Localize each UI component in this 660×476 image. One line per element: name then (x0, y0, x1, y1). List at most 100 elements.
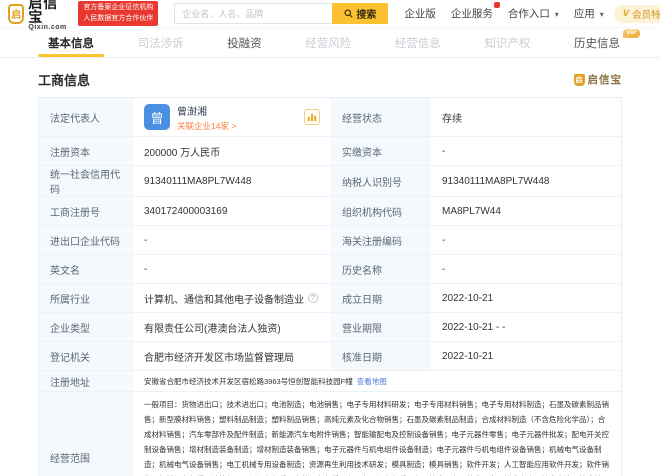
table-row: 所属行业 计算机、通信和其他电子设备制造业 ? 成立日期 2022-10-21 (39, 284, 621, 313)
top-navigation-bar: 启 启信宝 Qixin.com 官方备案企业征信机构 人民数据官方合作伙伴 搜索… (0, 0, 660, 31)
org-code-label: 组织机构代码 (331, 197, 431, 225)
table-row: 登记机关 合肥市经济开发区市场监督管理局 核准日期 2022-10-21 (39, 342, 621, 371)
registered-capital-label: 注册资本 (39, 137, 133, 165)
member-privilege-label: 会员特权 (632, 9, 660, 21)
status-label: 经营状态 (331, 98, 431, 136)
search-button-label: 搜索 (356, 10, 377, 21)
relation-graph-button[interactable] (304, 109, 320, 125)
qixinbao-watermark: 启 启信宝 (573, 72, 623, 87)
watermark-shield-icon: 启 (573, 73, 585, 86)
new-badge-icon (493, 2, 500, 8)
cert-badge-line2: 人民数据官方合作伙伴 (83, 14, 154, 22)
import-export-code-label: 进出口企业代码 (39, 226, 133, 254)
taxpayer-id-value: 91340111MA8PL7W448 (431, 166, 621, 196)
establish-date-label: 成立日期 (331, 284, 431, 312)
nav-enterprise-services[interactable]: 企业服务 (451, 2, 500, 21)
customs-code-label: 海关注册编码 (331, 226, 431, 254)
establish-date-value: 2022-10-21 (431, 284, 621, 312)
tab-operating-info[interactable]: 经营信息 (385, 28, 451, 57)
detail-tabbar: 基本信息 司法涉诉 投融资 经营风险 经营信息 知识产权 历史信息 VIP (0, 28, 660, 58)
nav-enterprise-edition[interactable]: 企业版 (404, 6, 436, 21)
table-row: 法定代表人 曾 曾澍湘 关联企业14家 > 经营状态 存续 (39, 98, 621, 137)
search-button[interactable]: 搜索 (332, 3, 389, 24)
qixinbao-logo[interactable]: 启 启信宝 Qixin.com (8, 0, 68, 31)
status-value: 存续 (431, 98, 621, 136)
table-row: 统一社会信用代码 91340111MA8PL7W448 纳税人识别号 91340… (39, 166, 621, 197)
nav-apps[interactable]: 应用 ▾ (574, 6, 604, 21)
former-name-value: - (431, 255, 621, 283)
brand-name: 启信宝 (28, 0, 59, 25)
table-row: 注册地址 安徽省合肥市经济技术开发区宿松路3963号恒创智能科技园F幢 查看地图 (39, 371, 621, 392)
import-export-code-value: - (133, 226, 331, 254)
customs-code-value: - (431, 226, 621, 254)
registered-address-label: 注册地址 (39, 371, 133, 391)
registration-number-value: 340172400003169 (133, 197, 331, 225)
vip-v-icon: V (622, 8, 630, 19)
industry-value-cell: 计算机、通信和其他电子设备制造业 ? (133, 284, 331, 312)
search-icon (344, 9, 354, 18)
company-type-label: 企业类型 (39, 313, 133, 341)
business-scope-cell: 一般项目：货物进出口；技术进出口；电池制造；电池销售；电子专用材料研发；电子专用… (133, 392, 621, 476)
tab-investment-financing[interactable]: 投融资 (217, 28, 272, 57)
tab-judicial-litigation[interactable]: 司法涉诉 (128, 28, 194, 57)
credit-code-value: 91340111MA8PL7W448 (133, 166, 331, 196)
registration-number-label: 工商注册号 (39, 197, 133, 225)
official-cert-badge: 官方备案企业征信机构 人民数据官方合作伙伴 (78, 1, 159, 26)
industry-value: 计算机、通信和其他电子设备制造业 (144, 294, 304, 306)
legal-rep-avatar[interactable]: 曾 (144, 104, 170, 130)
business-term-value: 2022-10-21 - - (431, 313, 621, 341)
chevron-down-icon: ▾ (554, 10, 559, 19)
cert-badge-line1: 官方备案企业征信机构 (83, 4, 154, 11)
business-scope-label: 经营范围 (39, 392, 133, 476)
bar-chart-icon (307, 113, 317, 122)
nav-partner-entry[interactable]: 合作入口 ▾ (508, 6, 559, 21)
business-scope-value: 一般项目：货物进出口；技术进出口；电池制造；电池销售；电子专用材料研发；电子专用… (144, 400, 609, 476)
registration-authority-value: 合肥市经济开发区市场监督管理局 (133, 342, 331, 370)
registered-capital-value: 200000 万人民币 (133, 137, 331, 165)
approval-date-label: 核准日期 (331, 342, 431, 370)
former-name-label: 历史名称 (331, 255, 431, 283)
legal-rep-cell: 曾 曾澍湘 关联企业14家 > (133, 98, 331, 136)
view-map-link[interactable]: 查看地图 (357, 374, 387, 389)
chevron-down-icon: ▾ (599, 10, 604, 19)
taxpayer-id-label: 纳税人识别号 (331, 166, 431, 196)
tab-basic-info[interactable]: 基本信息 (38, 28, 104, 57)
paid-in-capital-label: 实缴资本 (331, 137, 431, 165)
business-info-table: 法定代表人 曾 曾澍湘 关联企业14家 > 经营状态 存续 注册资本 20000… (38, 97, 622, 476)
english-name-value: - (133, 255, 331, 283)
brand-shield-icon: 启 (8, 3, 25, 24)
active-tab-underline (38, 54, 104, 57)
approval-date-value: 2022-10-21 (431, 342, 621, 370)
watermark-text: 启信宝 (587, 74, 622, 86)
vip-badge: VIP (623, 29, 640, 38)
related-companies-link[interactable]: 关联企业14家 > (177, 120, 236, 132)
company-type-value: 有限责任公司(港澳台法人独资) (133, 313, 331, 341)
registration-authority-label: 登记机关 (39, 342, 133, 370)
paid-in-capital-value: - (431, 137, 621, 165)
search-input[interactable] (174, 3, 333, 24)
table-row: 注册资本 200000 万人民币 实缴资本 - (39, 137, 621, 166)
member-privilege-button[interactable]: V 会员特权 (613, 4, 660, 23)
registered-address-cell: 安徽省合肥市经济技术开发区宿松路3963号恒创智能科技园F幢 查看地图 (133, 371, 621, 391)
table-row: 经营范围 一般项目：货物进出口；技术进出口；电池制造；电池销售；电子专用材料研发… (39, 392, 621, 476)
table-row: 企业类型 有限责任公司(港澳台法人独资) 营业期限 2022-10-21 - - (39, 313, 621, 342)
credit-code-label: 统一社会信用代码 (39, 166, 133, 196)
tab-operating-risk[interactable]: 经营风险 (295, 28, 361, 57)
english-name-label: 英文名 (39, 255, 133, 283)
legal-rep-label: 法定代表人 (39, 98, 133, 136)
table-row: 工商注册号 340172400003169 组织机构代码 MA8PL7W44 (39, 197, 621, 226)
org-code-value: MA8PL7W44 (431, 197, 621, 225)
help-icon[interactable]: ? (308, 293, 318, 303)
top-nav-links: 企业版 企业服务 合作入口 ▾ 应用 ▾ (404, 2, 604, 21)
page-title: 工商信息 (38, 73, 91, 88)
registered-address-value: 安徽省合肥市经济技术开发区宿松路3963号恒创智能科技园F幢 (144, 376, 353, 386)
section-header: 工商信息 启 启信宝 (38, 70, 622, 89)
tab-intellectual-property[interactable]: 知识产权 (474, 28, 540, 57)
business-term-label: 营业期限 (331, 313, 431, 341)
table-row: 进出口企业代码 - 海关注册编码 - (39, 226, 621, 255)
tab-history-info[interactable]: 历史信息 VIP (564, 28, 640, 57)
table-row: 英文名 - 历史名称 - (39, 255, 621, 284)
legal-rep-name-link[interactable]: 曾澍湘 (177, 103, 236, 118)
industry-label: 所属行业 (39, 284, 133, 312)
search-bar: 搜索 (174, 3, 389, 24)
